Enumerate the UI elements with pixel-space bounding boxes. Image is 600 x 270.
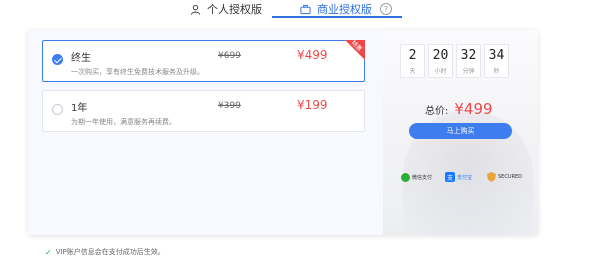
vip-note: ✓ VIP账户信息会在支付成功后生效。 bbox=[45, 247, 165, 257]
special-offer-badge: 特惠 bbox=[345, 40, 365, 60]
payment-label: SECURED bbox=[498, 174, 522, 180]
plan-original-price: ¥399 bbox=[218, 101, 241, 111]
briefcase-icon bbox=[300, 4, 311, 14]
countdown-hours: 20 小时 bbox=[428, 44, 453, 78]
plan-name: 终生 bbox=[71, 53, 91, 64]
countdown-unit: 小时 bbox=[434, 68, 447, 75]
payment-secured: SECURED bbox=[487, 170, 522, 184]
total-value: ¥499 bbox=[454, 100, 493, 118]
countdown-unit: 秒 bbox=[493, 68, 500, 75]
plan-radio-checked[interactable] bbox=[52, 54, 63, 65]
plan-price: ¥199 bbox=[297, 98, 328, 112]
plan-description: 一次购买，享有终生免费技术服务及升级。 bbox=[71, 68, 204, 76]
countdown-value: 2 bbox=[408, 48, 417, 63]
tab-personal-license[interactable]: 个人授权版 bbox=[190, 0, 262, 18]
wechat-pay-icon bbox=[401, 172, 410, 182]
secure-shield-icon bbox=[487, 172, 496, 182]
payment-alipay: 支 支付宝 bbox=[445, 170, 472, 184]
plan-description: 为期一年使用，满意服务再续费。 bbox=[71, 118, 176, 126]
countdown-value: 34 bbox=[488, 48, 505, 63]
plan-option-lifetime[interactable]: 终生 一次购买，享有终生免费技术服务及升级。 ¥699 ¥499 特惠 bbox=[42, 40, 365, 82]
countdown-minutes: 32 分钟 bbox=[456, 44, 481, 78]
buy-now-button[interactable]: 马上购买 bbox=[409, 123, 512, 139]
countdown-value: 32 bbox=[460, 48, 477, 63]
countdown-days: 2 天 bbox=[400, 44, 425, 78]
countdown-unit: 分钟 bbox=[462, 68, 475, 75]
alipay-icon: 支 bbox=[445, 172, 455, 182]
payment-label: 支付宝 bbox=[457, 174, 473, 181]
plan-price: ¥499 bbox=[297, 48, 328, 62]
checkout-panel: 2 天 20 小时 32 分钟 34 秒 总价: ¥499 马上购买 微信支付 bbox=[383, 30, 538, 235]
help-icon[interactable]: ? bbox=[380, 3, 392, 15]
plan-list: 终生 一次购买，享有终生免费技术服务及升级。 ¥699 ¥499 特惠 1年 为… bbox=[28, 30, 383, 235]
plan-original-price: ¥699 bbox=[218, 51, 241, 61]
payment-label: 微信支付 bbox=[412, 174, 433, 181]
plan-name: 1年 bbox=[71, 103, 88, 114]
countdown-value: 20 bbox=[432, 48, 449, 63]
payment-wechat: 微信支付 bbox=[401, 170, 432, 184]
countdown-seconds: 34 秒 bbox=[484, 44, 509, 78]
tab-personal-label: 个人授权版 bbox=[207, 3, 262, 16]
purchase-card: 终生 一次购买，享有终生免费技术服务及升级。 ¥699 ¥499 特惠 1年 为… bbox=[28, 30, 538, 235]
user-icon bbox=[190, 4, 201, 15]
check-icon: ✓ bbox=[45, 247, 52, 257]
countdown-timer: 2 天 20 小时 32 分钟 34 秒 bbox=[400, 44, 509, 78]
total-label: 总价: bbox=[425, 106, 449, 117]
plan-option-1-year[interactable]: 1年 为期一年使用，满意服务再续费。 ¥399 ¥199 bbox=[42, 90, 365, 132]
tab-business-label: 商业授权版 bbox=[317, 3, 372, 16]
countdown-unit: 天 bbox=[409, 68, 416, 75]
license-tabs: 个人授权版 商业授权版 ? bbox=[0, 0, 600, 20]
plan-radio[interactable] bbox=[52, 104, 63, 115]
total-price: 总价: ¥499 bbox=[425, 100, 493, 118]
active-tab-indicator bbox=[272, 16, 402, 18]
vip-note-text: VIP账户信息会在支付成功后生效。 bbox=[55, 248, 165, 256]
badge-label: 特惠 bbox=[349, 39, 364, 53]
